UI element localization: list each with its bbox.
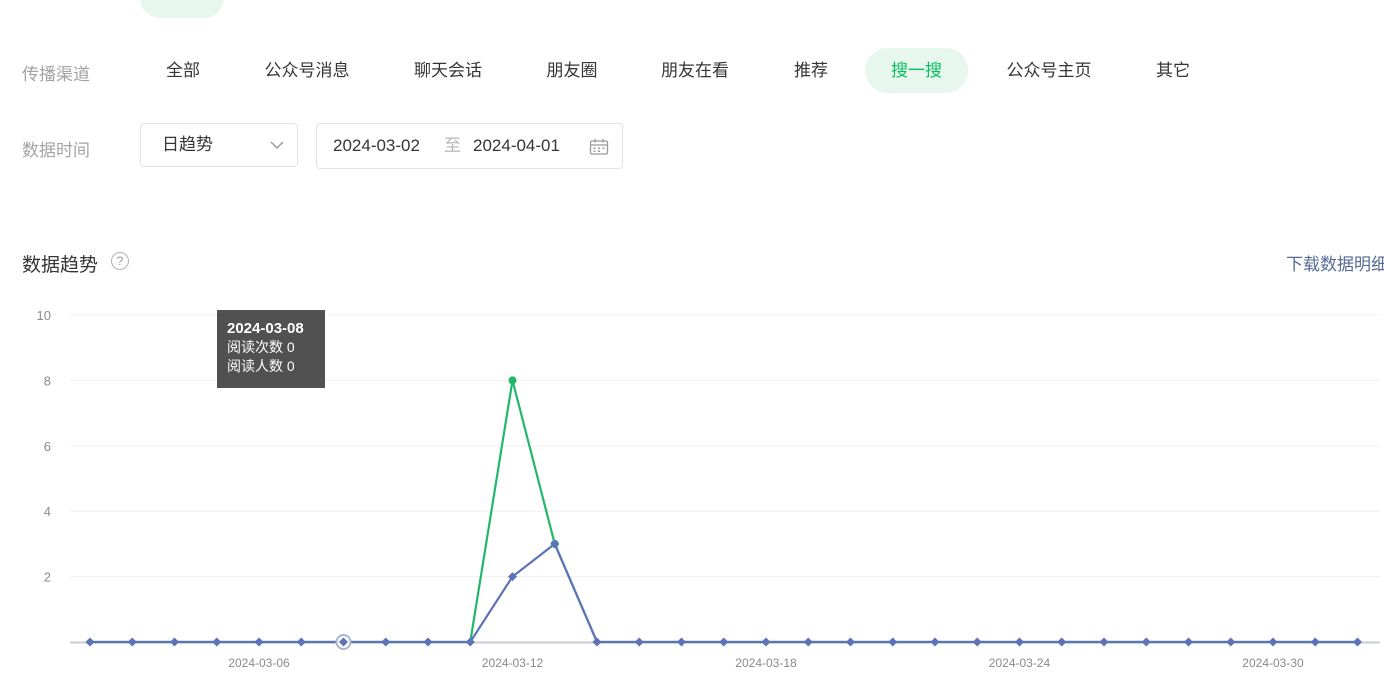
x-tick-label: 2024-03-30	[1242, 656, 1304, 670]
y-tick-label: 6	[44, 439, 51, 454]
y-tick-label: 2	[44, 570, 51, 585]
data-point-readers	[1141, 637, 1151, 647]
date-end-input[interactable]: 2024-04-01	[473, 124, 560, 168]
data-point-readers	[1352, 637, 1363, 647]
y-tick-label: 10	[37, 308, 51, 323]
data-point-readers	[972, 637, 982, 647]
channel-tab-other[interactable]: 其它	[1138, 48, 1208, 93]
data-point-readers	[254, 637, 264, 647]
data-point-readers	[676, 637, 687, 647]
channel-tab-chat[interactable]: 聊天会话	[396, 48, 500, 93]
x-tick-label: 2024-03-12	[482, 656, 544, 670]
channel-tab-moments[interactable]: 朋友圈	[532, 48, 612, 93]
data-point-readers	[212, 637, 222, 647]
data-point-readers	[888, 637, 898, 647]
data-point-readers	[592, 637, 602, 647]
data-point-readers	[845, 637, 856, 647]
channel-tab-official-homepage[interactable]: 公众号主页	[993, 48, 1105, 93]
data-point-readers	[719, 637, 729, 647]
data-point-readers	[1099, 637, 1109, 647]
time-filter-label: 数据时间	[22, 141, 90, 160]
tooltip-readers: 阅读人数 0	[227, 358, 295, 374]
data-point-readers	[634, 637, 644, 647]
data-point-readers	[296, 637, 306, 647]
x-tick-label: 2024-03-06	[228, 656, 290, 670]
data-trend-title: 数据趋势	[22, 255, 99, 276]
x-tick-label: 2024-03-24	[989, 656, 1051, 670]
channel-tab-recommend[interactable]: 推荐	[778, 48, 844, 93]
date-range-picker[interactable]: 2024-03-02 至 2024-04-01	[316, 123, 623, 169]
data-point-reads	[508, 376, 517, 385]
data-point-readers	[1310, 637, 1320, 647]
y-tick-label: 4	[44, 504, 51, 519]
data-point-readers	[169, 637, 180, 647]
data-point-readers	[381, 637, 391, 647]
previous-filter-pill	[140, 0, 224, 18]
y-tick-label: 8	[44, 373, 51, 388]
channel-tab-friends-watching[interactable]: 朋友在看	[645, 48, 745, 93]
tooltip-reads: 阅读次数 0	[227, 339, 295, 355]
x-tick-label: 2024-03-18	[735, 656, 797, 670]
data-point-readers	[1057, 637, 1067, 647]
tooltip-date: 2024-03-08	[227, 320, 304, 337]
help-icon[interactable]: ?	[111, 252, 129, 270]
channel-filter-label: 传播渠道	[22, 65, 90, 84]
data-point-readers	[1014, 637, 1025, 647]
granularity-value: 日趋势	[162, 135, 213, 154]
download-data-link[interactable]: 下载数据明细	[1286, 250, 1384, 275]
data-point-readers	[803, 637, 813, 647]
date-range-separator: 至	[444, 136, 461, 155]
data-point-readers	[1268, 637, 1278, 647]
data-point-readers	[423, 637, 433, 647]
data-point-readers	[85, 637, 95, 647]
channel-tab-search[interactable]: 搜一搜	[865, 48, 968, 93]
date-start-input[interactable]: 2024-03-02	[333, 124, 420, 168]
data-point-readers	[1183, 637, 1194, 647]
granularity-select[interactable]: 日趋势	[140, 123, 298, 167]
chart-tooltip: 2024-03-08 阅读次数 0 阅读人数 0	[217, 310, 325, 388]
channel-tab-all[interactable]: 全部	[148, 48, 218, 93]
data-point-readers	[930, 637, 940, 647]
channel-tab-official-messages[interactable]: 公众号消息	[250, 48, 364, 93]
data-point-readers	[761, 637, 771, 647]
series-line-readers	[90, 542, 1358, 644]
data-point-readers	[1226, 637, 1236, 647]
data-point-readers	[127, 637, 137, 647]
chevron-down-icon	[270, 141, 284, 149]
calendar-icon[interactable]	[589, 138, 609, 156]
trend-line-chart[interactable]: 2 4 6 8 10 2024-03-06 2024-03-12 2024-03-18 2024…	[0, 290, 1384, 685]
